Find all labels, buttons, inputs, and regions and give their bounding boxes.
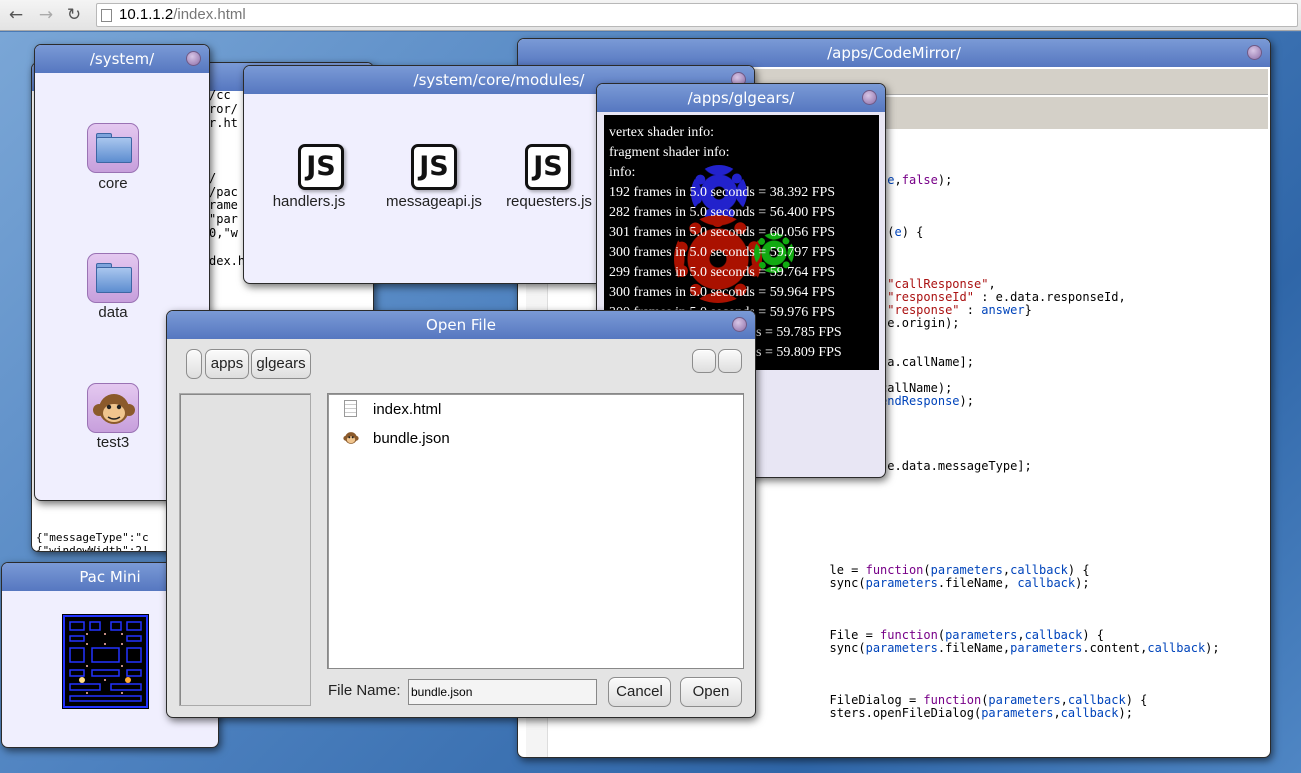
path-root-button[interactable] xyxy=(186,349,202,379)
codemirror-title: /apps/CodeMirror/ xyxy=(827,44,961,62)
system-title: /system/ xyxy=(89,50,155,68)
open-button[interactable]: Open xyxy=(680,677,742,707)
folder-icon xyxy=(87,123,139,173)
system-titlebar[interactable]: /system/ xyxy=(35,45,209,73)
js-file-icon: JS xyxy=(525,144,571,190)
filename-input[interactable] xyxy=(408,679,597,705)
reload-icon: ↻ xyxy=(66,5,82,25)
path-button-glgears[interactable]: glgears xyxy=(251,349,311,379)
close-icon[interactable] xyxy=(1247,45,1262,60)
modules-title: /system/core/modules/ xyxy=(413,71,585,89)
view-button-2[interactable] xyxy=(718,349,742,373)
reload-button[interactable]: ↻ xyxy=(63,4,85,26)
address-bar[interactable]: 10.1.1.2/index.html xyxy=(96,3,1298,27)
file-label: handlers.js xyxy=(272,193,346,210)
places-pane[interactable] xyxy=(179,393,311,706)
back-arrow-icon: ← xyxy=(8,5,24,25)
open-file-titlebar[interactable]: Open File xyxy=(167,311,755,339)
open-file-dialog[interactable]: Open File apps glgears index.html bundle… xyxy=(166,310,756,718)
file-name: bundle.json xyxy=(373,430,450,447)
file-list[interactable]: index.html bundle.json xyxy=(327,393,744,669)
folder-icon xyxy=(87,253,139,303)
status-lines: {"messageType":"c {"windowWidth":2! xyxy=(36,531,149,552)
pacmini-title: Pac Mini xyxy=(79,568,141,586)
js-file-icon: JS xyxy=(298,144,344,190)
view-button-1[interactable] xyxy=(692,349,716,373)
glgears-titlebar[interactable]: /apps/glgears/ xyxy=(597,84,885,112)
url-path: /index.html xyxy=(173,6,246,23)
folder-label: core xyxy=(98,175,128,192)
page-icon xyxy=(101,9,112,22)
codemirror-titlebar[interactable]: /apps/CodeMirror/ xyxy=(518,39,1270,67)
url-host: 10.1.1.2 xyxy=(119,6,174,23)
file-name: index.html xyxy=(373,401,442,418)
monkey-icon xyxy=(87,383,139,433)
js-file-icon: JS xyxy=(411,144,457,190)
status-line-2: {"windowWidth":2! xyxy=(36,544,149,552)
forward-button[interactable]: → xyxy=(35,4,57,26)
filename-label: File Name: xyxy=(328,682,401,699)
path-button-apps[interactable]: apps xyxy=(205,349,249,379)
glgears-title: /apps/glgears/ xyxy=(687,89,795,107)
desktop: /apps/CodeMirror/ e,false); (e) { : "cal… xyxy=(0,32,1301,773)
browser-toolbar: ← → ↻ 10.1.1.2/index.html xyxy=(0,0,1301,31)
pacman-game-canvas[interactable] xyxy=(62,614,149,709)
back-button[interactable]: ← xyxy=(5,4,27,26)
document-icon xyxy=(344,400,357,417)
pacman-maze-icon xyxy=(63,615,148,708)
file-label: requesters.js xyxy=(506,193,592,210)
monkey-icon xyxy=(343,432,359,444)
close-icon[interactable] xyxy=(186,51,201,66)
cancel-button[interactable]: Cancel xyxy=(608,677,671,707)
forward-arrow-icon: → xyxy=(38,5,54,25)
file-label: messageapi.js xyxy=(386,193,482,210)
open-file-title: Open File xyxy=(426,316,496,334)
close-icon[interactable] xyxy=(862,90,877,105)
status-line-1: {"messageType":"c xyxy=(36,531,149,544)
close-icon[interactable] xyxy=(732,317,747,332)
